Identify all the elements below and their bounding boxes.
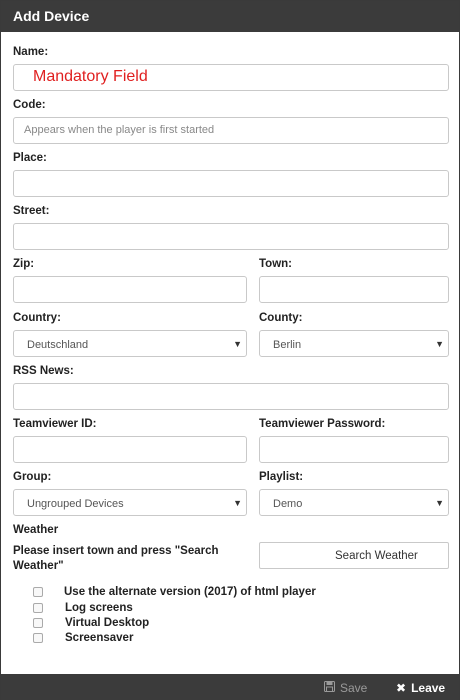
virtual-desktop-label: Virtual Desktop xyxy=(65,617,150,629)
chevron-down-icon: ▼ xyxy=(435,339,444,349)
rss-label: RSS News: xyxy=(13,365,74,377)
add-device-dialog: Add Device Name: Mandatory Field Code: A… xyxy=(0,0,460,700)
name-field[interactable]: Mandatory Field xyxy=(13,64,449,91)
rss-field[interactable] xyxy=(13,383,449,410)
playlist-select[interactable]: Demo ▼ xyxy=(259,489,449,516)
code-field[interactable]: Appears when the player is first started xyxy=(13,117,449,144)
leave-button-label: Leave xyxy=(411,681,446,695)
playlist-label: Playlist: xyxy=(259,471,304,483)
search-weather-button[interactable]: Search Weather xyxy=(259,542,449,569)
country-select[interactable]: Deutschland ▼ xyxy=(13,330,247,357)
county-select-value: Berlin xyxy=(273,339,302,351)
chevron-down-icon: ▼ xyxy=(233,498,242,508)
log-screens-checkbox[interactable] xyxy=(33,603,43,613)
leave-button[interactable]: ✖ Leave xyxy=(396,681,445,695)
dialog-footer: Save ✖ Leave xyxy=(1,674,459,700)
group-label: Group: xyxy=(13,471,52,483)
county-select[interactable]: Berlin ▼ xyxy=(259,330,449,357)
street-field[interactable] xyxy=(13,223,449,250)
group-select-value: Ungrouped Devices xyxy=(27,498,124,510)
place-field[interactable] xyxy=(13,170,449,197)
dialog-title: Add Device xyxy=(1,1,459,32)
zip-field[interactable] xyxy=(13,276,247,303)
floppy-disk-icon xyxy=(324,681,335,695)
county-label: County: xyxy=(259,312,303,324)
weather-instruction: Please insert town and press "Search Wea… xyxy=(13,545,219,572)
virtual-desktop-checkbox[interactable] xyxy=(33,618,43,628)
country-select-value: Deutschland xyxy=(27,339,89,351)
teamviewer-id-label: Teamviewer ID: xyxy=(13,418,97,430)
weather-heading: Weather xyxy=(13,524,59,536)
town-field[interactable] xyxy=(259,276,449,303)
screensaver-label: Screensaver xyxy=(65,632,134,644)
alternate-player-checkbox[interactable] xyxy=(33,587,43,597)
country-label: Country: xyxy=(13,312,61,324)
zip-label: Zip: xyxy=(13,258,35,270)
code-label: Code: xyxy=(13,99,46,111)
street-label: Street: xyxy=(13,205,50,217)
alternate-player-label: Use the alternate version (2017) of html… xyxy=(64,586,316,598)
name-label: Name: xyxy=(13,46,49,58)
save-button[interactable]: Save xyxy=(324,681,367,695)
place-label: Place: xyxy=(13,152,47,164)
teamviewer-id-field[interactable] xyxy=(13,436,247,463)
log-screens-label: Log screens xyxy=(65,602,133,614)
x-mark-icon: ✖ xyxy=(396,681,407,695)
chevron-down-icon: ▼ xyxy=(435,498,444,508)
town-label: Town: xyxy=(259,258,292,270)
group-select[interactable]: Ungrouped Devices ▼ xyxy=(13,489,247,516)
teamviewer-password-field[interactable] xyxy=(259,436,449,463)
playlist-select-value: Demo xyxy=(273,498,303,510)
screensaver-checkbox[interactable] xyxy=(33,633,43,643)
teamviewer-password-label: Teamviewer Password: xyxy=(259,418,386,430)
chevron-down-icon: ▼ xyxy=(233,339,242,349)
save-button-label: Save xyxy=(340,681,368,695)
